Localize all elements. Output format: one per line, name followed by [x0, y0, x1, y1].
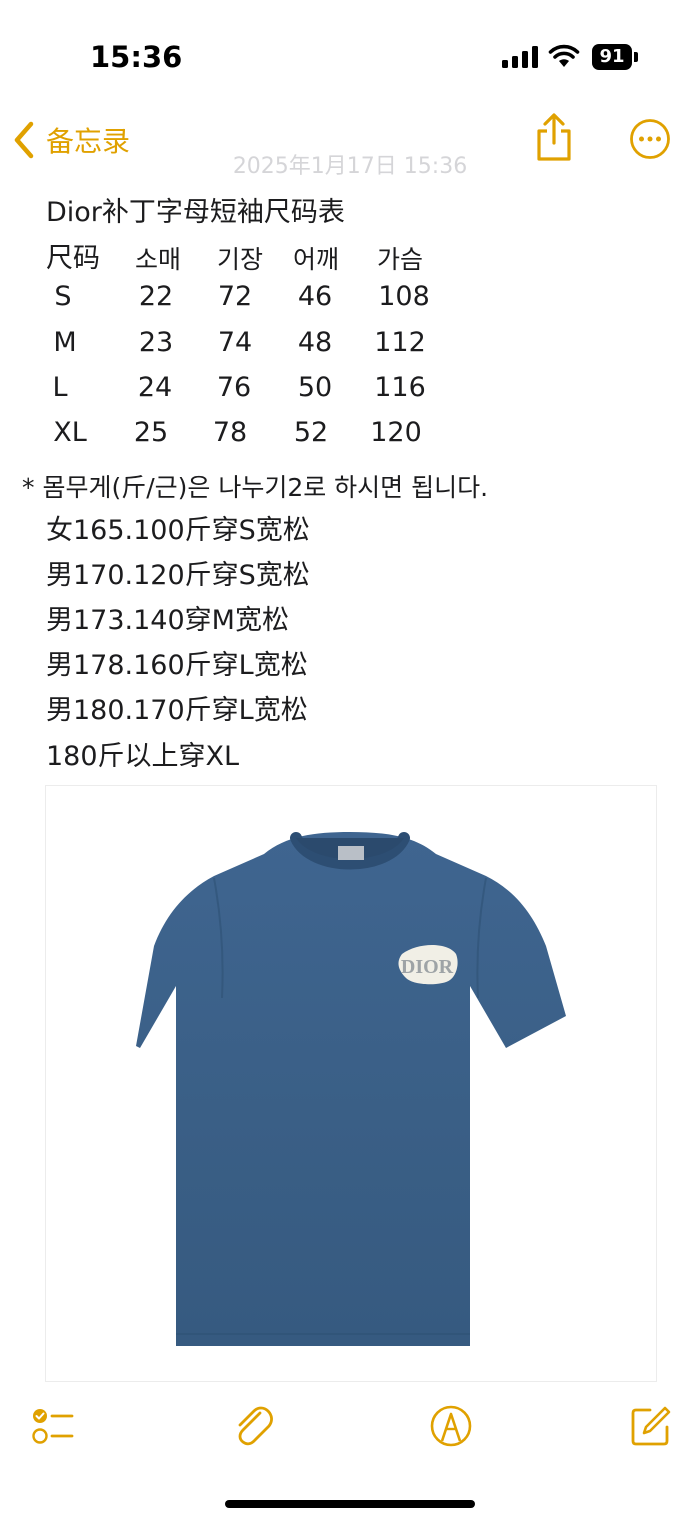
battery-tip — [634, 52, 638, 62]
col-header-sleeve: 소매 — [134, 245, 181, 274]
row-cell: 46 — [297, 281, 333, 312]
dior-logo-patch: DIOR — [398, 945, 458, 985]
list-item: 男170.120斤穿S宽松 — [46, 560, 310, 591]
home-indicator[interactable] — [225, 1500, 475, 1508]
list-item: 男173.140穿M宽松 — [46, 605, 289, 636]
row-size: L — [52, 372, 68, 403]
tshirt-illustration: DIOR — [136, 832, 566, 1346]
row-cell: 25 — [133, 417, 169, 448]
status-bar: 15:36 91 — [0, 0, 700, 110]
list-item: 男180.170斤穿L宽松 — [46, 695, 308, 726]
markup-pen-icon[interactable] — [428, 1403, 474, 1449]
row-cell: 50 — [297, 372, 333, 403]
battery-indicator: 91 — [592, 44, 632, 70]
cellular-signal-icon — [502, 46, 538, 68]
paperclip-icon[interactable] — [230, 1403, 276, 1449]
row-size: XL — [53, 417, 87, 448]
col-header-shoulder: 어깨 — [292, 245, 339, 274]
row-cell: 72 — [217, 281, 253, 312]
wifi-icon — [548, 44, 580, 67]
row-cell: 48 — [297, 327, 333, 358]
row-cell: 112 — [374, 327, 426, 358]
note-title: Dior补丁字母短袖尺码表 — [46, 197, 345, 228]
status-time: 15:36 — [90, 40, 183, 74]
row-cell: 23 — [138, 327, 174, 358]
row-cell: 116 — [374, 372, 426, 403]
compose-icon[interactable] — [628, 1403, 674, 1449]
row-cell: 108 — [378, 281, 430, 312]
col-header-length: 기장 — [216, 245, 263, 274]
note-weight-hint: * 몸무게(斤/근)은 나누기2로 하시면 됩니다. — [22, 473, 489, 502]
row-cell: 74 — [217, 327, 253, 358]
list-item: 男178.160斤穿L宽松 — [46, 650, 308, 681]
size-header-label: 尺码 — [46, 243, 100, 274]
checklist-icon[interactable] — [30, 1403, 76, 1449]
svg-text:DIOR: DIOR — [401, 956, 454, 978]
list-item: 180斤以上穿XL — [46, 741, 240, 772]
row-cell: 24 — [137, 372, 173, 403]
row-cell: 120 — [370, 417, 422, 448]
row-cell: 78 — [212, 417, 248, 448]
row-cell: 52 — [293, 417, 329, 448]
bottom-toolbar — [0, 1385, 700, 1465]
row-size: S — [54, 281, 72, 312]
row-cell: 22 — [138, 281, 174, 312]
row-size: M — [53, 327, 77, 358]
col-header-chest: 가슴 — [376, 245, 423, 274]
row-cell: 76 — [216, 372, 252, 403]
list-item: 女165.100斤穿S宽松 — [46, 515, 310, 546]
product-image[interactable]: DIOR — [45, 785, 657, 1382]
note-timestamp: 2025年1月17日 15:36 — [232, 154, 468, 179]
